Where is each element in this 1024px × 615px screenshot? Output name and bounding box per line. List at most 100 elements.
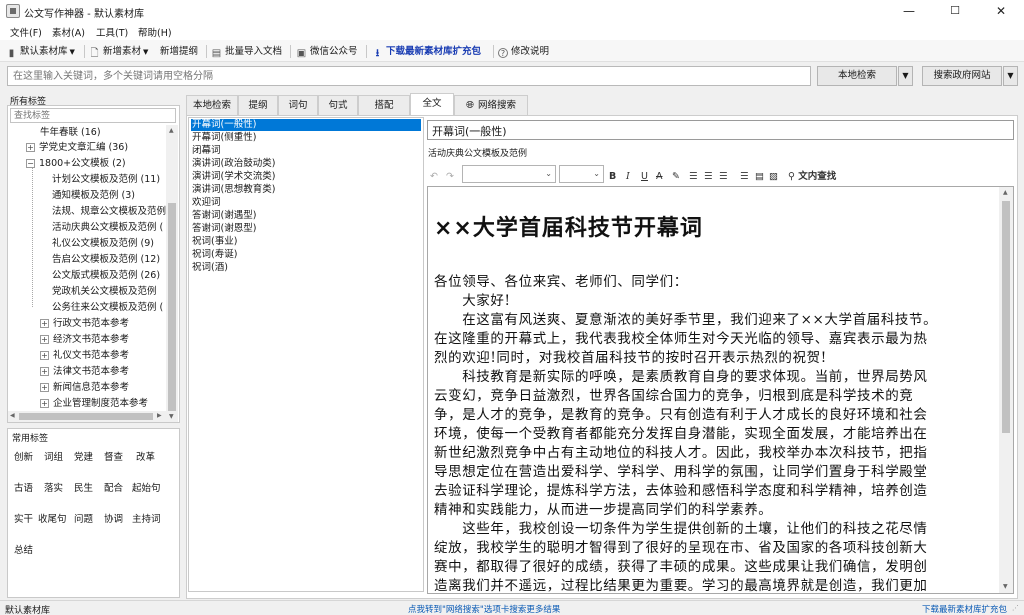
material-title-field[interactable]: 开幕词(一般性) [427, 120, 1014, 140]
expand-icon[interactable]: + [26, 143, 35, 152]
tree-item[interactable]: −1800+公文模板 (2) [26, 156, 126, 171]
scroll-down-icon[interactable]: ▼ [169, 413, 174, 420]
list-item[interactable]: 祝词(事业) [191, 236, 421, 248]
library-dropdown[interactable]: ▮ 默认素材库 ▼ [6, 44, 75, 59]
common-tag[interactable]: 党建 [74, 449, 93, 463]
strikethrough-icon[interactable]: A [656, 170, 663, 184]
scrollbar-thumb[interactable] [168, 203, 176, 411]
search-input[interactable] [7, 66, 811, 86]
justify-icon[interactable]: ☰ [740, 170, 749, 184]
tree-item[interactable]: 计划公文模板及范例 (11) [52, 172, 160, 187]
common-tag[interactable]: 配合 [104, 480, 123, 494]
tree-item[interactable]: 法规、规章公文模板及范例 [52, 204, 166, 219]
list-item[interactable]: 闭幕词 [191, 145, 421, 157]
tree-item[interactable]: 告启公文模板及范例 (12) [52, 252, 160, 267]
expand-icon[interactable]: + [40, 351, 49, 360]
font-size-select[interactable]: ⌄ [559, 165, 604, 183]
new-outline-button[interactable]: 新增提纲 [160, 44, 198, 59]
common-tag[interactable]: 问题 [74, 511, 93, 525]
list-item[interactable]: 演讲词(学术交流类) [191, 171, 421, 183]
scroll-right-icon[interactable]: ▶ [157, 412, 162, 419]
list-item[interactable]: 演讲词(思想教育类) [191, 184, 421, 196]
tree-item[interactable]: + 学党史文章汇编 (36) [26, 140, 128, 155]
tab-phrases[interactable]: 词句 [278, 95, 318, 115]
list-item[interactable]: 欢迎词 [191, 197, 421, 209]
expand-icon[interactable]: + [40, 335, 49, 344]
tab-full-text[interactable]: 全文 [410, 93, 454, 115]
common-tag[interactable]: 总结 [14, 542, 33, 556]
list-item[interactable]: 演讲词(政治鼓动类) [191, 158, 421, 170]
list-item[interactable]: 开幕词(侧重性) [191, 132, 421, 144]
tree-item[interactable]: 党政机关公文模板及范例 [52, 284, 157, 299]
tree-item[interactable]: 牛年春联 (16) [40, 125, 101, 140]
common-tag[interactable]: 起始句 [132, 480, 161, 494]
tree-item[interactable]: + 经济文书范本参考 [40, 332, 129, 347]
maximize-button[interactable]: ☐ [932, 0, 978, 22]
resize-grip-icon[interactable]: ⋰ [1012, 604, 1021, 613]
align-left-icon[interactable]: ☰ [689, 170, 698, 184]
scroll-left-icon[interactable]: ◀ [10, 412, 15, 419]
tree-item[interactable]: + 礼仪文书范本参考 [40, 348, 129, 363]
font-family-select[interactable]: ⌄ [462, 165, 556, 183]
list-item[interactable]: 开幕词(一般性) [191, 119, 421, 131]
scroll-down-icon[interactable]: ▼ [1003, 583, 1008, 590]
batch-import-button[interactable]: ▤ 批量导入文档 [211, 44, 282, 59]
hscrollbar-thumb[interactable] [19, 413, 153, 420]
align-right-icon[interactable]: ☰ [719, 170, 728, 184]
common-tag[interactable]: 协调 [104, 511, 123, 525]
common-tag[interactable]: 主持词 [132, 511, 161, 525]
bold-icon[interactable]: B [609, 170, 616, 184]
tab-local-search[interactable]: 本地检索 [186, 95, 238, 115]
tab-outline[interactable]: 提纲 [238, 95, 278, 115]
tree-scrollbar[interactable]: ▲ ▼ [166, 125, 178, 422]
minimize-button[interactable]: — [886, 0, 932, 22]
list-icon[interactable]: ▤ [755, 170, 764, 184]
italic-icon[interactable]: I [626, 170, 630, 184]
list-item[interactable]: 祝词(酒) [191, 262, 421, 274]
common-tag[interactable]: 词组 [44, 449, 63, 463]
collapse-icon[interactable]: − [26, 159, 35, 168]
scroll-up-icon[interactable]: ▲ [169, 127, 174, 134]
tree-item[interactable]: + 新闻信息范本参考 [40, 380, 129, 395]
tree-item[interactable]: 礼仪公文模板及范例 (9) [52, 236, 154, 251]
local-search-dropdown[interactable]: ▼ [898, 66, 913, 86]
menu-file[interactable]: 文件(F) [10, 25, 42, 39]
align-center-icon[interactable]: ☰ [704, 170, 713, 184]
tree-item[interactable]: 活动庆典公文模板及范例 ( [52, 220, 163, 235]
tree-item[interactable]: + 企业管理制度范本参考 [40, 396, 148, 411]
tree-item[interactable]: + 行政文书范本参考 [40, 316, 129, 331]
list-item[interactable]: 答谢词(谢恩型) [191, 223, 421, 235]
tab-sentence-patterns[interactable]: 句式 [318, 95, 358, 115]
find-in-text-button[interactable]: ⚲ 文内查找 [788, 170, 836, 184]
menu-tools[interactable]: 工具(T) [96, 25, 128, 39]
gov-search-button[interactable]: 搜索政府网站 [922, 66, 1002, 86]
document-scrollbar[interactable]: ▲ ▼ [999, 187, 1013, 593]
tab-web-search[interactable]: 🌐︎ 网络搜索 [454, 95, 528, 115]
tag-filter-input[interactable] [10, 108, 176, 123]
tree-item[interactable]: 公文版式模板及范例 (26) [52, 268, 160, 283]
tree-item[interactable]: 公务往来公文模板及范例 ( [52, 300, 163, 315]
menu-help[interactable]: 帮助(H) [138, 25, 172, 39]
scroll-up-icon[interactable]: ▲ [1003, 189, 1008, 196]
gov-search-dropdown[interactable]: ▼ [1003, 66, 1018, 86]
scrollbar-thumb[interactable] [1002, 201, 1010, 433]
tree-item[interactable]: + 法律文书范本参考 [40, 364, 129, 379]
tree-hscrollbar[interactable]: ◀ ▶ [8, 411, 166, 422]
underline-icon[interactable]: U [641, 170, 648, 184]
list-item[interactable]: 答谢词(谢遇型) [191, 210, 421, 222]
common-tag[interactable]: 督查 [104, 449, 123, 463]
status-download-link[interactable]: 下载最新素材库扩充包 [922, 603, 1007, 615]
insert-image-icon[interactable]: ▨ [769, 170, 778, 184]
menu-material[interactable]: 素材(A) [52, 25, 85, 39]
changelog-button[interactable]: ? 修改说明 [498, 44, 549, 59]
undo-icon[interactable]: ↶ [430, 170, 438, 184]
expand-icon[interactable]: + [40, 383, 49, 392]
go-web-search-link[interactable]: 点我转到"网络搜索"选项卡搜索更多结果 [408, 603, 560, 615]
tab-collocations[interactable]: 搭配 [358, 95, 410, 115]
redo-icon[interactable]: ↷ [446, 170, 454, 184]
common-tag[interactable]: 收尾句 [38, 511, 67, 525]
list-item[interactable]: 祝词(寿诞) [191, 249, 421, 261]
expand-icon[interactable]: + [40, 399, 49, 408]
common-tag[interactable]: 民生 [74, 480, 93, 494]
common-tag[interactable]: 古语 [14, 480, 33, 494]
